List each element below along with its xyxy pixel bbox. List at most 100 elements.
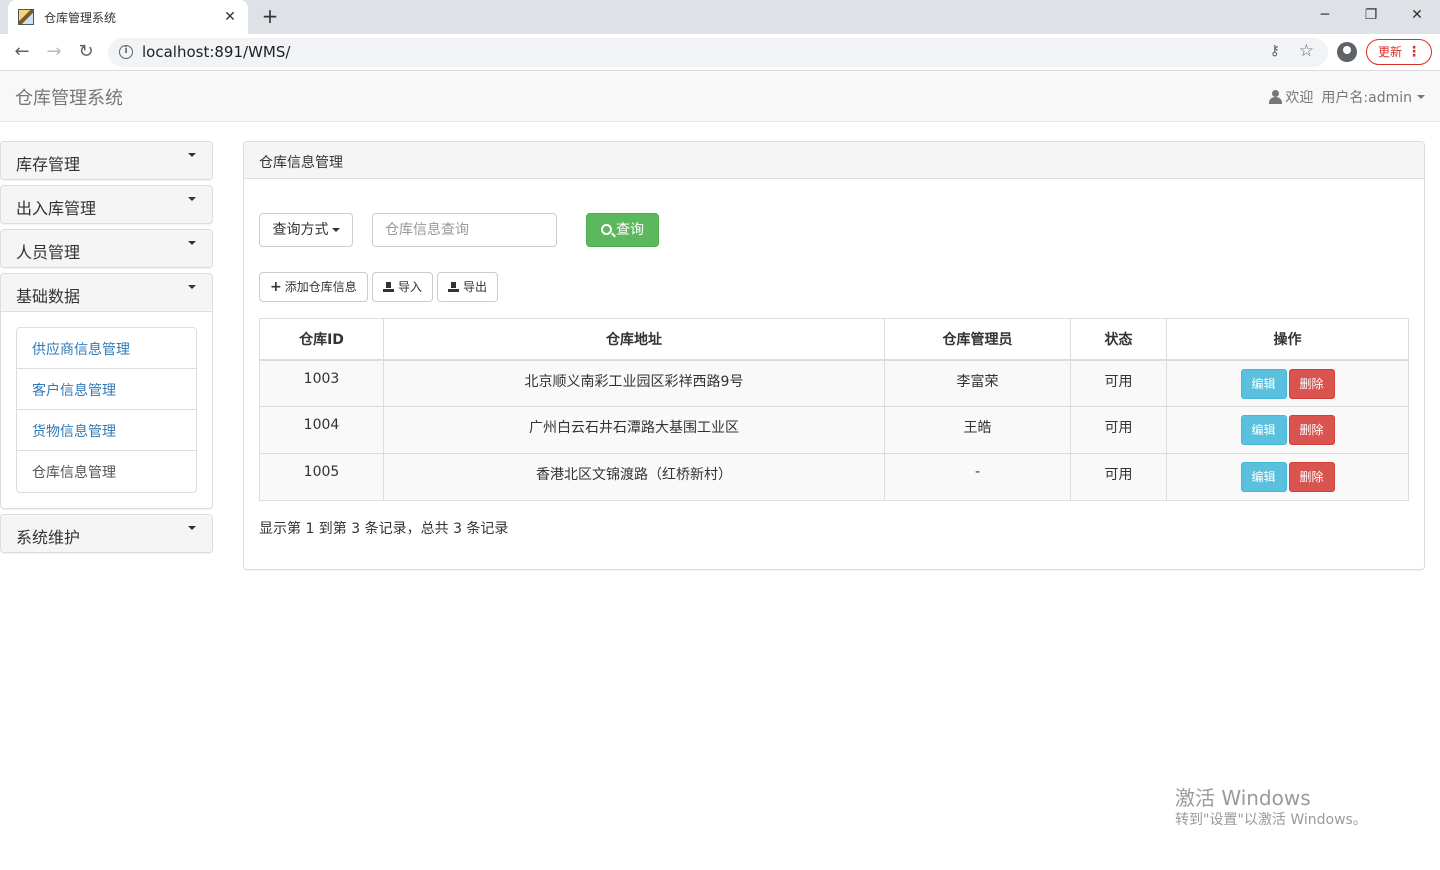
table-row: 1003 北京顺义南彩工业园区彩祥西路9号 李富荣 可用 编辑 删除	[259, 359, 1409, 407]
sidebar-header-basic-data[interactable]: 基础数据	[1, 274, 212, 311]
chevron-down-icon	[331, 228, 340, 232]
username-text: 用户名:admin	[1321, 90, 1412, 106]
cell-id: 1003	[259, 359, 384, 407]
panel-title: 仓库信息管理	[244, 142, 1424, 179]
sidebar-item-customer[interactable]: 客户信息管理	[17, 369, 196, 410]
user-icon	[1269, 90, 1283, 104]
sidebar-header-label: 系统维护	[16, 528, 81, 547]
delete-button[interactable]: 删除	[1288, 462, 1335, 492]
sidebar-header-stock-io[interactable]: 出入库管理	[1, 186, 212, 223]
cell-status: 可用	[1070, 453, 1167, 501]
sidebar-header-inventory[interactable]: 库存管理	[1, 142, 212, 179]
chevron-down-icon	[188, 197, 196, 201]
sidebar-header-label: 人员管理	[16, 243, 81, 262]
minimize-window-button[interactable]: ─	[1302, 0, 1348, 30]
sidebar-section-inventory: 库存管理	[0, 141, 213, 180]
profile-avatar-icon[interactable]	[1337, 42, 1357, 62]
delete-button[interactable]: 删除	[1288, 368, 1335, 399]
search-input[interactable]	[372, 213, 557, 247]
column-header-id[interactable]: 仓库ID	[259, 318, 384, 361]
import-icon	[383, 282, 394, 292]
cell-id: 1004	[259, 406, 384, 454]
app-brand[interactable]: 仓库管理系统	[15, 84, 123, 110]
sidebar-header-staff[interactable]: 人员管理	[1, 230, 212, 267]
query-mode-label: 查询方式	[272, 222, 329, 238]
search-icon	[601, 224, 612, 235]
new-tab-button[interactable]: +	[258, 4, 282, 28]
sidebar-submenu: 供应商信息管理 客户信息管理 货物信息管理 仓库信息管理	[16, 327, 197, 493]
cell-actions: 编辑 删除	[1166, 359, 1409, 407]
tab-close-icon[interactable]: ✕	[222, 9, 238, 25]
table-header-row: 仓库ID 仓库地址 仓库管理员 状态 操作	[259, 318, 1409, 361]
edit-button[interactable]: 编辑	[1240, 368, 1287, 399]
edit-button[interactable]: 编辑	[1240, 415, 1287, 445]
sidebar-header-label: 库存管理	[16, 155, 81, 174]
address-bar[interactable]: i localhost:891/WMS/ ⚷ ☆	[108, 38, 1328, 67]
sidebar-item-goods[interactable]: 货物信息管理	[17, 410, 196, 451]
windows-activation-title: 激活 Windows	[1175, 786, 1311, 810]
back-arrow-icon[interactable]: ←	[10, 40, 34, 64]
query-mode-dropdown[interactable]: 查询方式	[259, 213, 353, 247]
plus-icon: +	[270, 279, 282, 295]
sidebar-section-staff: 人员管理	[0, 229, 213, 268]
cell-address: 北京顺义南彩工业园区彩祥西路9号	[383, 359, 885, 407]
column-header-manager[interactable]: 仓库管理员	[884, 318, 1071, 361]
user-menu-toggle[interactable]: 欢迎 用户名:admin	[1269, 87, 1425, 107]
tab-title: 仓库管理系统	[44, 10, 117, 25]
cell-address: 香港北区文锦渡路（红桥新村）	[383, 453, 885, 501]
sidebar-section-system: 系统维护	[0, 514, 213, 553]
more-menu-icon: ⋮	[1407, 44, 1421, 60]
password-key-icon[interactable]: ⚷	[1270, 43, 1280, 59]
column-header-status[interactable]: 状态	[1070, 318, 1167, 361]
update-label: 更新	[1378, 45, 1403, 59]
cell-actions: 编辑 删除	[1166, 453, 1409, 501]
sidebar-item-warehouse[interactable]: 仓库信息管理	[17, 451, 196, 492]
record-summary: 显示第 1 到第 3 条记录，总共 3 条记录	[259, 521, 509, 537]
forward-arrow-icon[interactable]: →	[42, 40, 66, 64]
sidebar-item-supplier[interactable]: 供应商信息管理	[17, 328, 196, 369]
export-icon	[448, 282, 459, 292]
cell-id: 1005	[259, 453, 384, 501]
sidebar-header-label: 基础数据	[16, 287, 81, 306]
app-navbar: 仓库管理系统 欢迎 用户名:admin	[0, 71, 1440, 122]
sidebar-section-stock-io: 出入库管理	[0, 185, 213, 224]
add-button-label: 添加仓库信息	[284, 280, 357, 294]
reload-icon[interactable]: ↻	[74, 40, 98, 64]
main-panel: 仓库信息管理 查询方式 查询 +添加仓库信息 导入 导出 仓库ID 仓库地址 仓…	[243, 141, 1425, 570]
delete-button[interactable]: 删除	[1288, 415, 1335, 445]
chevron-down-icon	[188, 526, 196, 530]
edit-button[interactable]: 编辑	[1240, 462, 1287, 492]
table-row: 1004 广州白云石井石潭路大基围工业区 王皓 可用 编辑 删除	[259, 406, 1409, 454]
browser-update-button[interactable]: 更新 ⋮	[1366, 39, 1432, 65]
site-info-icon[interactable]: i	[119, 45, 133, 59]
restore-window-button[interactable]: ❐	[1348, 0, 1394, 30]
cell-manager: -	[884, 453, 1071, 501]
cell-manager: 王皓	[884, 406, 1071, 454]
welcome-text: 欢迎	[1285, 90, 1314, 106]
column-header-address[interactable]: 仓库地址	[383, 318, 885, 361]
add-warehouse-button[interactable]: + 添加仓库信息	[259, 272, 368, 302]
search-button[interactable]: 查询	[586, 213, 659, 247]
cell-status: 可用	[1070, 359, 1167, 407]
sidebar: 库存管理 出入库管理 人员管理 基础数据 供应商信息管理 客户信息管理 货物信息…	[0, 141, 213, 558]
import-button[interactable]: 导入	[372, 272, 434, 302]
sidebar-section-basic-data: 基础数据 供应商信息管理 客户信息管理 货物信息管理 仓库信息管理	[0, 273, 213, 509]
site-favicon-icon	[18, 9, 34, 25]
windows-activation-subtitle: 转到"设置"以激活 Windows。	[1175, 812, 1367, 828]
browser-tab[interactable]: 仓库管理系统 ✕	[8, 0, 248, 34]
export-button[interactable]: 导出	[437, 272, 499, 302]
url-text[interactable]: localhost:891/WMS/	[142, 43, 290, 61]
export-button-label: 导出	[463, 280, 488, 294]
sidebar-header-system[interactable]: 系统维护	[1, 515, 212, 552]
cell-actions: 编辑 删除	[1166, 406, 1409, 454]
cell-manager: 李富荣	[884, 359, 1071, 407]
chevron-down-icon	[188, 153, 196, 157]
chevron-down-icon	[188, 241, 196, 245]
table-row: 1005 香港北区文锦渡路（红桥新村） - 可用 编辑 删除	[259, 453, 1409, 501]
cell-status: 可用	[1070, 406, 1167, 454]
warehouse-table: 仓库ID 仓库地址 仓库管理员 状态 操作 1003 北京顺义南彩工业园区彩祥西…	[259, 318, 1409, 501]
close-window-button[interactable]: ✕	[1394, 0, 1440, 30]
browser-toolbar: ← → ↻ i localhost:891/WMS/ ⚷ ☆ 更新 ⋮	[0, 34, 1440, 71]
sidebar-header-label: 出入库管理	[16, 199, 97, 218]
bookmark-star-icon[interactable]: ☆	[1299, 41, 1314, 61]
